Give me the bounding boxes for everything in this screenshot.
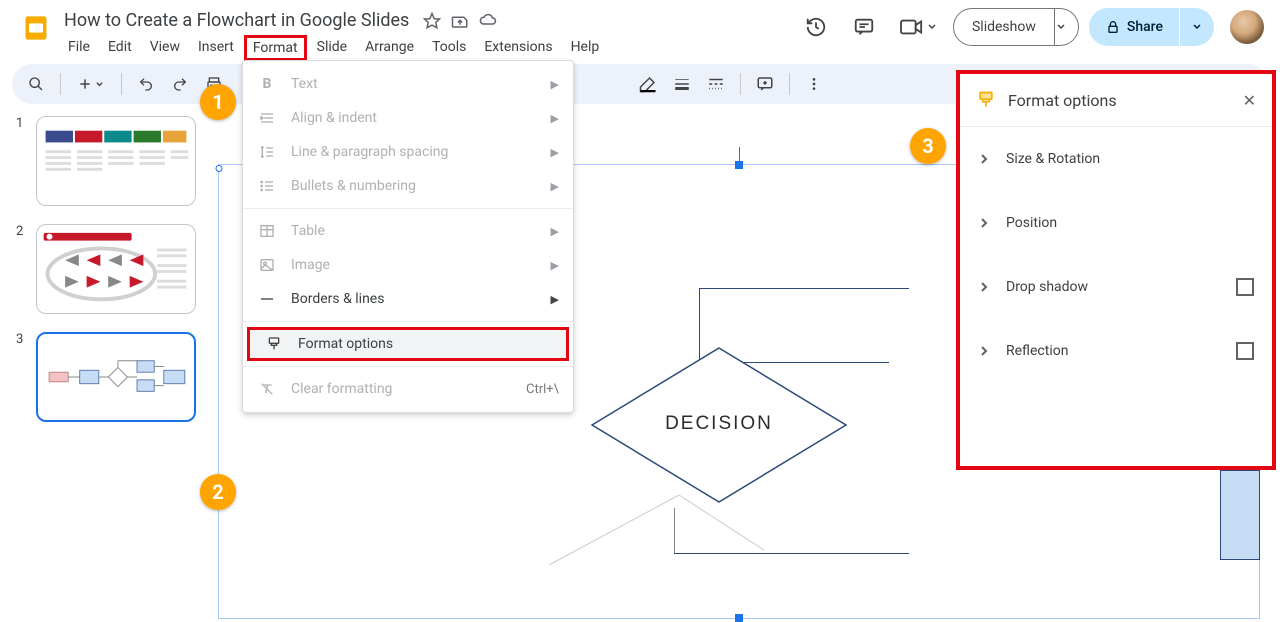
menu-help[interactable]: Help	[563, 35, 608, 61]
slideshow-dropdown[interactable]	[1045, 8, 1079, 46]
move-icon[interactable]	[451, 12, 469, 30]
search-menus-icon[interactable]	[22, 70, 50, 98]
dd-table[interactable]: Table▶	[243, 214, 573, 248]
panel-reflection[interactable]: Reflection	[960, 319, 1272, 383]
format-dropdown: BText▶ Align & indent▶ Line & paragraph …	[242, 60, 574, 413]
comment-icon[interactable]	[845, 8, 883, 46]
dd-line-spacing[interactable]: Line & paragraph spacing▶	[243, 135, 573, 169]
undo-icon[interactable]	[132, 70, 160, 98]
meet-icon[interactable]	[893, 8, 943, 46]
slide-thumb-1[interactable]	[36, 116, 196, 206]
thumb-number: 2	[16, 224, 28, 239]
dd-text[interactable]: BText▶	[243, 67, 573, 101]
panel-drop-shadow[interactable]: Drop shadow	[960, 255, 1272, 319]
format-options-icon	[976, 90, 996, 110]
rotate-handle[interactable]	[216, 165, 223, 172]
dd-format-options[interactable]: Format options	[247, 327, 569, 361]
close-icon[interactable]: ✕	[1243, 91, 1256, 110]
share-button[interactable]: Share	[1089, 8, 1179, 46]
table-icon	[257, 221, 277, 241]
chevron-right-icon	[978, 281, 990, 293]
image-icon	[257, 255, 277, 275]
slideshow-button[interactable]: Slideshow	[953, 8, 1055, 46]
panel-position[interactable]: Position	[960, 191, 1272, 255]
lock-icon	[1105, 19, 1121, 35]
drop-shadow-checkbox[interactable]	[1236, 278, 1254, 296]
flowchart-rect[interactable]	[1220, 470, 1260, 560]
panel-title: Format options	[1008, 91, 1231, 110]
panel-size-rotation[interactable]: Size & Rotation	[960, 127, 1272, 191]
menu-view[interactable]: View	[142, 35, 188, 61]
chevron-right-icon	[978, 153, 990, 165]
resize-handle-top[interactable]	[735, 161, 743, 169]
insert-comment-icon[interactable]	[751, 70, 779, 98]
dd-bullets[interactable]: Bullets & numbering▶	[243, 169, 573, 203]
dd-borders[interactable]: Borders & lines▶	[243, 282, 573, 316]
more-icon[interactable]	[800, 70, 828, 98]
filmstrip: 1 2 3	[0, 104, 210, 622]
border-weight-icon[interactable]	[668, 70, 696, 98]
new-slide-icon[interactable]	[71, 70, 111, 98]
dd-image[interactable]: Image▶	[243, 248, 573, 282]
line-spacing-icon	[257, 142, 277, 162]
border-dash-icon[interactable]	[702, 70, 730, 98]
share-label: Share	[1127, 19, 1163, 35]
borders-icon	[257, 289, 277, 309]
bullets-icon	[257, 176, 277, 196]
menu-slide[interactable]: Slide	[309, 35, 355, 61]
menu-file[interactable]: File	[60, 35, 98, 61]
thumb-number: 3	[16, 332, 28, 347]
avatar[interactable]	[1230, 10, 1264, 44]
bold-icon: B	[257, 74, 277, 94]
header: How to Create a Flowchart in Google Slid…	[0, 0, 1280, 60]
cloud-icon[interactable]	[479, 12, 497, 30]
callout-badge-2: 2	[200, 474, 236, 510]
menu-edit[interactable]: Edit	[100, 35, 140, 61]
connector-line[interactable]	[699, 288, 909, 289]
menubar: File Edit View Insert Format Slide Arran…	[60, 35, 797, 61]
callout-badge-3: 3	[910, 128, 946, 164]
border-color-icon[interactable]	[634, 70, 662, 98]
reflection-checkbox[interactable]	[1236, 342, 1254, 360]
menu-arrange[interactable]: Arrange	[357, 35, 422, 61]
menu-format[interactable]: Format	[244, 35, 307, 61]
clear-format-icon	[257, 379, 277, 399]
align-indent-icon	[257, 108, 277, 128]
share-dropdown[interactable]	[1180, 8, 1214, 46]
resize-handle-bottom[interactable]	[735, 614, 743, 622]
thumb-number: 1	[16, 116, 28, 131]
slide-thumb-3[interactable]	[36, 332, 196, 422]
doc-title[interactable]: How to Create a Flowchart in Google Slid…	[60, 8, 413, 33]
chevron-right-icon	[978, 345, 990, 357]
menu-insert[interactable]: Insert	[190, 35, 242, 61]
history-icon[interactable]	[797, 8, 835, 46]
slides-logo[interactable]	[16, 8, 56, 48]
slide-thumb-2[interactable]	[36, 224, 196, 314]
dd-clear-formatting[interactable]: Clear formattingCtrl+\	[243, 372, 573, 406]
chevron-right-icon	[978, 217, 990, 229]
callout-badge-1: 1	[200, 84, 236, 120]
format-options-icon	[264, 334, 284, 354]
star-icon[interactable]	[423, 12, 441, 30]
menu-tools[interactable]: Tools	[424, 35, 474, 61]
redo-icon[interactable]	[166, 70, 194, 98]
guide-lines	[549, 495, 769, 575]
decision-shape[interactable]: DECISION	[589, 345, 849, 505]
dd-align[interactable]: Align & indent▶	[243, 101, 573, 135]
decision-label: DECISION	[589, 413, 849, 435]
format-options-panel: Format options ✕ Size & Rotation Positio…	[956, 70, 1276, 470]
menu-extensions[interactable]: Extensions	[476, 35, 560, 61]
